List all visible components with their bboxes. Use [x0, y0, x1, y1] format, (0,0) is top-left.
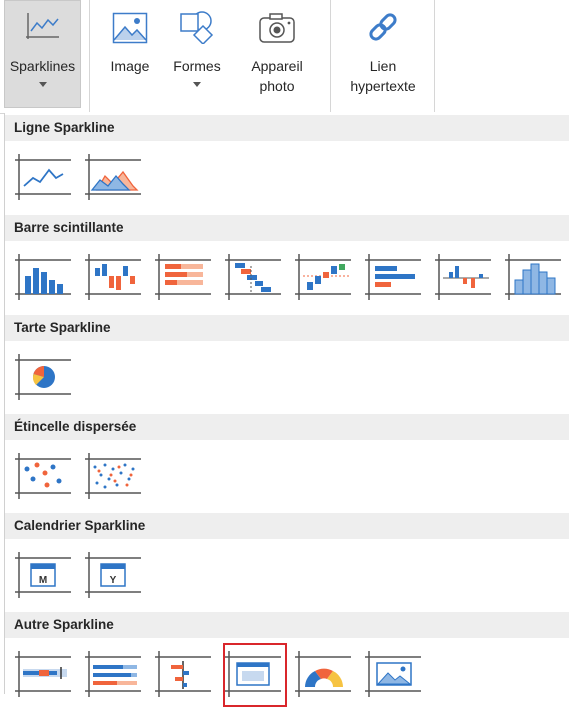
sparkline-gallery: Ligne Sparkline Barre scintillante Tarte…: [4, 113, 569, 707]
hbar-sparkline-icon[interactable]: [363, 246, 427, 310]
chevron-down-icon: [193, 82, 201, 87]
image-sparkline-icon[interactable]: [223, 643, 287, 707]
ribbon-divider: [89, 0, 90, 112]
camera-icon: [258, 12, 296, 44]
picture-sparkline-icon[interactable]: [363, 643, 427, 707]
photo-label: photo: [259, 78, 295, 94]
section-tarte-sparkline: Tarte Sparkline: [5, 315, 569, 415]
sparklines-button[interactable]: Sparklines: [4, 0, 81, 108]
month-calendar-sparkline-icon[interactable]: M: [13, 544, 77, 608]
link-icon: [366, 10, 400, 44]
hypertexte-label: hypertexte: [350, 78, 416, 94]
shapes-icon: [179, 10, 215, 46]
appareil-photo-button[interactable]: Appareil photo: [242, 0, 312, 112]
section-ligne-sparkline: Ligne Sparkline: [5, 115, 569, 215]
lien-hypertexte-button[interactable]: Lien hypertexte: [340, 0, 426, 112]
section-calendrier-sparkline: Calendrier Sparkline M Y: [5, 513, 569, 613]
appareil-label: Appareil: [251, 58, 303, 74]
scatter-sparkline-icon[interactable]: [13, 445, 77, 509]
sparklines-icon: [25, 11, 61, 43]
boxplot-sparkline-icon[interactable]: [153, 643, 217, 707]
ribbon-divider: [434, 0, 435, 112]
section-autre-sparkline: Autre Sparkline: [5, 612, 569, 712]
stacked-bar-sparkline-icon[interactable]: [153, 246, 217, 310]
area-sparkline-icon[interactable]: [83, 146, 147, 210]
section-etincelle-dispersee: Étincelle dispersée: [5, 414, 569, 514]
dense-scatter-sparkline-icon[interactable]: [83, 445, 147, 509]
line-sparkline-icon[interactable]: [13, 146, 77, 210]
sparklines-label: Sparklines: [9, 58, 76, 74]
gauge-sparkline-icon[interactable]: [293, 643, 357, 707]
formes-button[interactable]: Formes: [166, 0, 228, 112]
formes-label: Formes: [173, 58, 221, 74]
histogram-sparkline-icon[interactable]: [503, 246, 567, 310]
vertical-cascade-sparkline-icon[interactable]: [293, 246, 357, 310]
image-icon: [112, 12, 148, 44]
spread-sparkline-icon[interactable]: [83, 643, 147, 707]
image-button[interactable]: Image: [100, 0, 160, 112]
lien-label: Lien: [369, 58, 397, 74]
column-sparkline-icon[interactable]: [13, 246, 77, 310]
calendar-year-label: Y: [110, 575, 117, 586]
bullet-sparkline-icon[interactable]: [13, 643, 77, 707]
section-title: Barre scintillante: [5, 215, 569, 241]
pie-sparkline-icon[interactable]: [13, 346, 77, 410]
ribbon-toolbar: Sparklines Image Formes Appareil photo L…: [0, 0, 569, 114]
image-label: Image: [110, 58, 150, 74]
winloss-sparkline-icon[interactable]: [83, 246, 147, 310]
year-calendar-sparkline-icon[interactable]: Y: [83, 544, 147, 608]
section-title: Ligne Sparkline: [5, 115, 569, 141]
section-title: Autre Sparkline: [5, 612, 569, 638]
section-barre-scintillante: Barre scintillante: [5, 215, 569, 315]
variance-sparkline-icon[interactable]: [433, 246, 497, 310]
chevron-down-icon: [38, 82, 47, 87]
ribbon-divider: [330, 0, 331, 112]
section-title: Tarte Sparkline: [5, 315, 569, 341]
cascade-sparkline-icon[interactable]: [223, 246, 287, 310]
calendar-month-label: M: [39, 575, 47, 586]
section-title: Calendrier Sparkline: [5, 513, 569, 539]
section-title: Étincelle dispersée: [5, 414, 569, 440]
